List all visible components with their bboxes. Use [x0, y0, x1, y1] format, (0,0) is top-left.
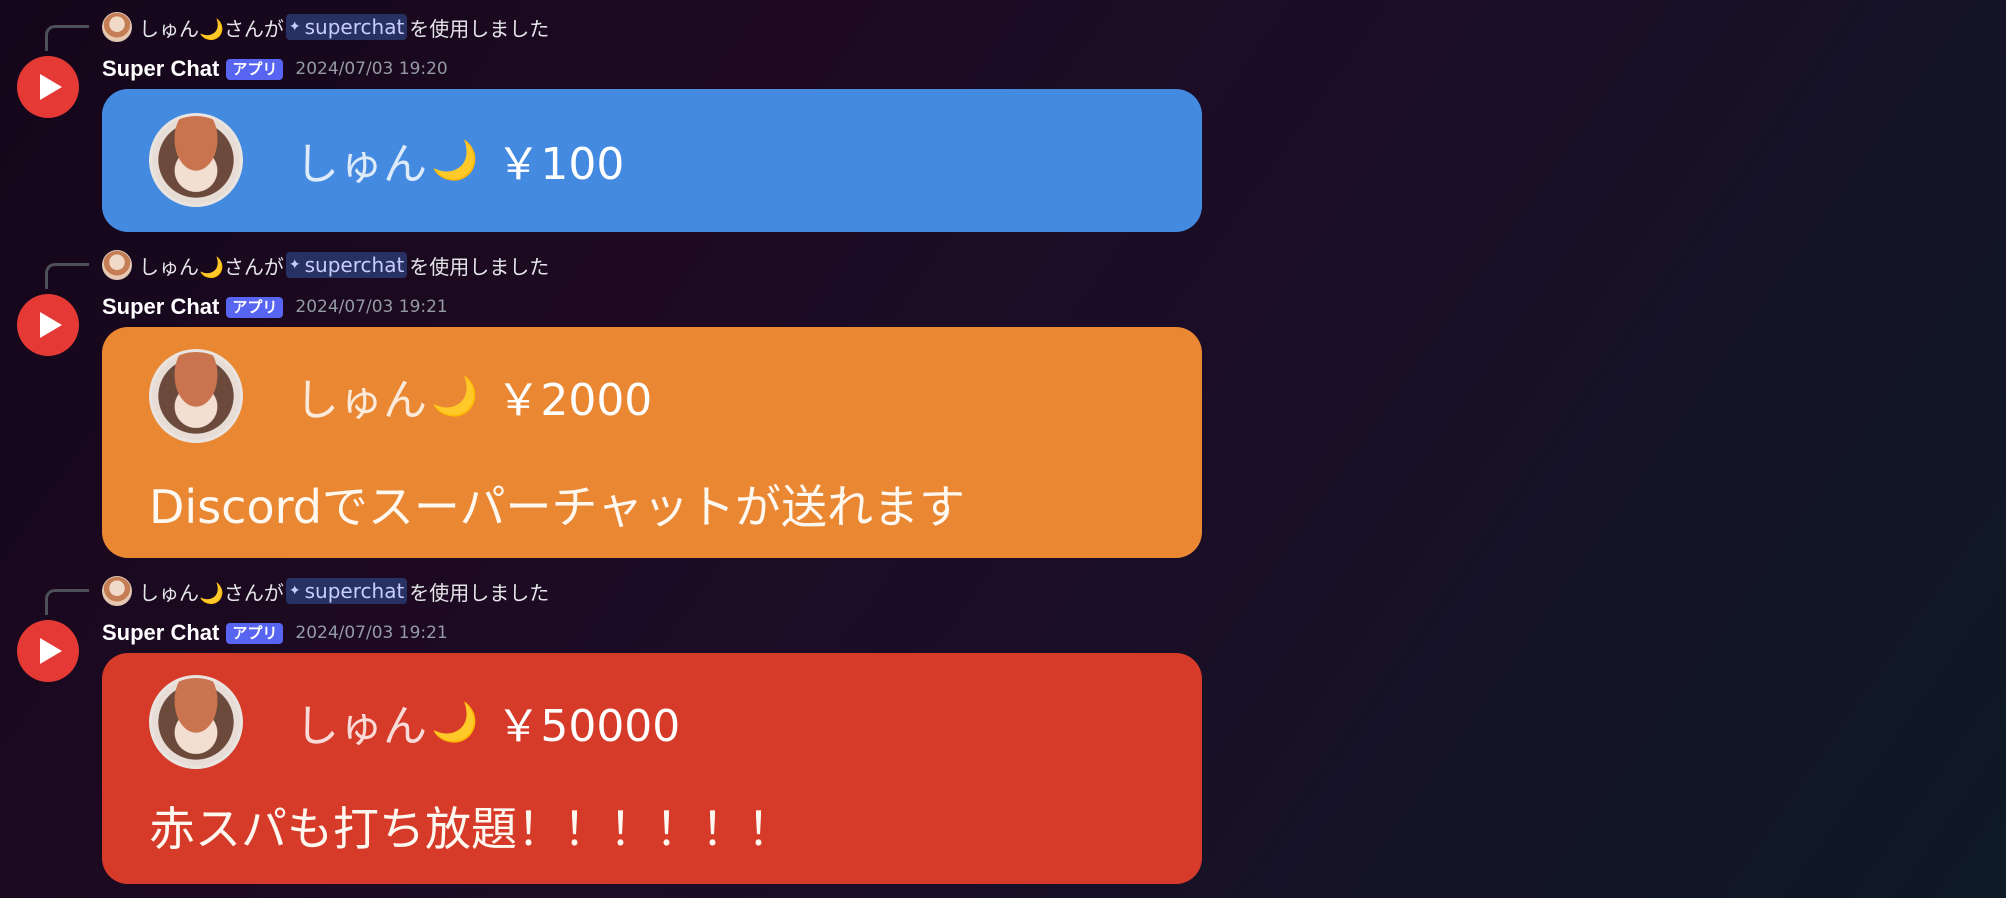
timestamp[interactable]: 2024/07/03 19:20	[295, 59, 447, 79]
app-avatar[interactable]	[17, 620, 79, 682]
app-command-icon: ✦	[288, 19, 301, 35]
card-avatar	[149, 675, 243, 769]
command-name: superchat	[304, 579, 405, 603]
card-message: 赤スパも打ち放題！！！！！！	[149, 802, 793, 856]
play-icon	[40, 312, 62, 338]
card-title: しゅん 🌙 ￥2000	[295, 364, 652, 428]
card-message: Discordでスーパーチャットが送れます	[149, 480, 965, 534]
reply-context[interactable]: しゅん🌙 さんが ✦ superchat を使用しました	[102, 574, 549, 608]
message-header: Super Chat アプリ 2024/07/03 19:21	[102, 290, 448, 324]
reply-text-b: を使用しました	[409, 16, 550, 41]
command-name: superchat	[304, 15, 405, 39]
command-mention[interactable]: ✦ superchat	[285, 252, 408, 278]
superchat-card: しゅん 🌙 ￥2000 Discordでスーパーチャットが送れます	[102, 327, 1202, 558]
card-avatar	[149, 349, 243, 443]
reply-text-b: を使用しました	[409, 254, 550, 279]
play-icon	[40, 74, 62, 100]
app-command-icon: ✦	[288, 257, 301, 273]
card-header: しゅん 🌙 ￥50000	[149, 675, 680, 769]
moon-icon: 🌙	[431, 373, 479, 418]
card-title: しゅん 🌙 ￥50000	[295, 690, 680, 754]
message-2: しゅん🌙 さんが ✦ superchat を使用しました Super Chat …	[0, 238, 1300, 558]
card-username: しゅん	[295, 139, 427, 190]
command-mention[interactable]: ✦ superchat	[285, 578, 408, 604]
reply-text-a: さんが	[223, 16, 284, 41]
timestamp[interactable]: 2024/07/03 19:21	[295, 623, 447, 643]
card-username: しゅん	[295, 375, 427, 426]
app-badge: アプリ	[226, 622, 284, 644]
card-amount: ￥2000	[496, 375, 653, 426]
reply-connector	[45, 263, 89, 289]
app-badge: アプリ	[226, 296, 284, 318]
message-3: しゅん🌙 さんが ✦ superchat を使用しました Super Chat …	[0, 564, 1300, 894]
reply-connector	[45, 589, 89, 615]
message-1: しゅん🌙 さんが ✦ superchat を使用しました Super Chat …	[0, 0, 1300, 235]
author-name[interactable]: Super Chat	[102, 294, 219, 320]
message-header: Super Chat アプリ 2024/07/03 19:21	[102, 616, 448, 650]
superchat-card: しゅん 🌙 ￥50000 赤スパも打ち放題！！！！！！	[102, 653, 1202, 884]
reply-context[interactable]: しゅん🌙 さんが ✦ superchat を使用しました	[102, 10, 549, 44]
user-avatar-small[interactable]	[102, 576, 132, 606]
card-amount: ￥100	[496, 139, 625, 190]
command-name: superchat	[304, 253, 405, 277]
reply-username[interactable]: しゅん🌙	[139, 13, 224, 42]
card-avatar	[149, 113, 243, 207]
app-avatar[interactable]	[17, 56, 79, 118]
superchat-card: しゅん 🌙 ￥100	[102, 89, 1202, 232]
app-badge: アプリ	[226, 58, 284, 80]
card-title: しゅん 🌙 ￥100	[295, 128, 624, 192]
author-name[interactable]: Super Chat	[102, 620, 219, 646]
reply-connector	[45, 25, 89, 51]
user-avatar-small[interactable]	[102, 250, 132, 280]
moon-icon: 🌙	[431, 137, 479, 182]
moon-icon: 🌙	[431, 699, 479, 744]
card-amount: ￥50000	[496, 701, 681, 752]
card-header: しゅん 🌙 ￥2000	[149, 349, 652, 443]
reply-username[interactable]: しゅん🌙	[139, 251, 224, 280]
author-name[interactable]: Super Chat	[102, 56, 219, 82]
reply-text-a: さんが	[223, 580, 284, 605]
message-header: Super Chat アプリ 2024/07/03 19:20	[102, 52, 448, 86]
card-header: しゅん 🌙 ￥100	[149, 113, 624, 207]
timestamp[interactable]: 2024/07/03 19:21	[295, 297, 447, 317]
reply-username[interactable]: しゅん🌙	[139, 577, 224, 606]
reply-context[interactable]: しゅん🌙 さんが ✦ superchat を使用しました	[102, 248, 549, 282]
card-username: しゅん	[295, 701, 427, 752]
play-icon	[40, 638, 62, 664]
command-mention[interactable]: ✦ superchat	[285, 14, 408, 40]
reply-text-b: を使用しました	[409, 580, 550, 605]
app-avatar[interactable]	[17, 294, 79, 356]
reply-text-a: さんが	[223, 254, 284, 279]
app-command-icon: ✦	[288, 583, 301, 599]
user-avatar-small[interactable]	[102, 12, 132, 42]
